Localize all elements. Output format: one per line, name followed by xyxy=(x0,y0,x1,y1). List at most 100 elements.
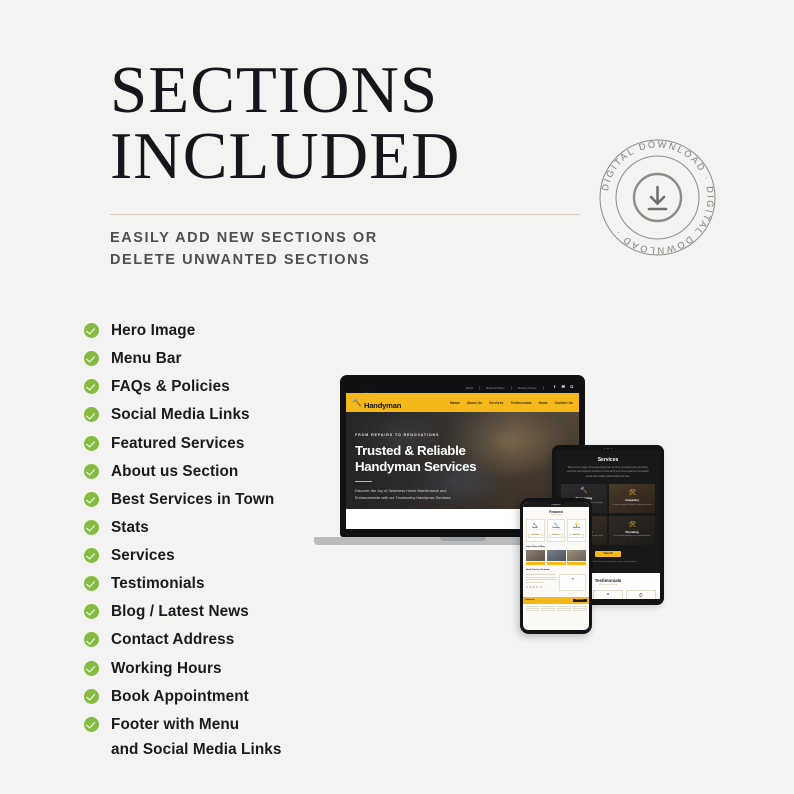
tablet-camera-icon xyxy=(603,447,613,449)
site-logo-name: Handyman xyxy=(363,400,402,410)
featured-card-cta[interactable]: Read More xyxy=(569,533,584,539)
featured-card[interactable]: 💡 Electrical Safe wiring work Read More xyxy=(567,519,586,542)
phone-footer-bar: Handyman Book Now xyxy=(523,596,589,604)
featured-card-title: Repairs xyxy=(532,528,539,529)
news-card[interactable] xyxy=(567,549,586,566)
list-item-label: Social Media Links xyxy=(111,406,250,424)
saw-icon: 🛠 xyxy=(628,490,636,497)
nav-item-home[interactable]: Home xyxy=(450,401,460,405)
news-cta[interactable] xyxy=(567,562,586,566)
featured-card[interactable]: 🔧 Plumbing Leaks solved fast Read More xyxy=(546,519,566,542)
google-icon[interactable]: G xyxy=(570,385,575,390)
list-item: FAQs & Policies xyxy=(84,376,354,399)
footer-column[interactable] xyxy=(557,606,571,613)
quote-card[interactable]: ❞ xyxy=(559,574,586,591)
footer-column[interactable] xyxy=(525,606,540,613)
list-item-label: Stats xyxy=(111,518,149,536)
site-nav-links: Home About Us Services Testimonials News… xyxy=(450,401,573,405)
device-mockups: FAQs Refund Policy Privacy Policy f ✉ G … xyxy=(314,370,730,640)
hero-title-line1: Trusted & Reliable xyxy=(355,443,466,458)
book-copy xyxy=(526,574,557,590)
check-circle-icon xyxy=(84,407,99,423)
check-circle-icon xyxy=(84,576,99,592)
nav-item-contact-us[interactable]: Contact Us xyxy=(555,401,573,405)
site-hero: FROM REPAIRS TO RENOVATIONS Trusted & Re… xyxy=(346,412,579,509)
page-subtitle: EASILY ADD NEW SECTIONS OR DELETE UNWANT… xyxy=(110,227,530,272)
list-item-label-continuation: and Social Media Links xyxy=(111,740,282,758)
rating-icons xyxy=(526,585,556,588)
featured-card-title: Electrical xyxy=(573,528,581,529)
book-row: ❞ xyxy=(526,574,586,591)
facebook-icon[interactable]: f xyxy=(553,385,558,390)
phone-screen: Handyman Featured Our top services 🔨 Rep… xyxy=(523,502,589,630)
list-item-label: Contact Address xyxy=(111,631,235,649)
featured-card[interactable]: 🔨 Repairs Quick fixes done right Read Mo… xyxy=(526,519,545,542)
page-subtitle-line2: DELETE UNWANTED SECTIONS xyxy=(110,252,371,269)
news-card[interactable] xyxy=(526,549,545,566)
phone-featured-section: Featured Our top services 🔨 Repairs Quic… xyxy=(523,507,589,594)
featured-card-cta[interactable]: Read More xyxy=(548,533,564,539)
book-now-button[interactable]: Book Now xyxy=(572,598,587,602)
services-cta-button[interactable]: View All xyxy=(595,550,621,557)
phone-mockup: Handyman Featured Our top services 🔨 Rep… xyxy=(520,498,592,634)
list-item-label: Featured Services xyxy=(111,434,245,452)
service-card[interactable]: 🛠 Carpentry Custom woodwork crafted to p… xyxy=(609,484,655,514)
hammer-icon: 🔨 xyxy=(352,397,362,407)
nav-item-services[interactable]: Services xyxy=(489,401,503,405)
list-item: Menu Bar xyxy=(84,348,354,371)
service-card[interactable]: 🛠 Plumbing Fast reliable plumbing repair… xyxy=(609,515,655,545)
divider xyxy=(110,214,580,215)
site-logo[interactable]: 🔨 ABC Handyman xyxy=(352,392,401,413)
digital-download-badge: DIGITAL DOWNLOAD · DIGITAL DOWNLOAD · xyxy=(595,135,720,260)
phone-footer-brand: Handyman xyxy=(525,599,535,602)
utility-link-refund-policy[interactable]: Refund Policy xyxy=(486,385,512,390)
news-cta[interactable] xyxy=(546,562,566,566)
check-circle-icon xyxy=(84,688,99,704)
hammer-icon: 🔨 xyxy=(532,521,538,527)
list-item: Working Hours xyxy=(84,658,354,681)
footer-column[interactable] xyxy=(541,606,555,613)
page-title: SECTIONS INCLUDED xyxy=(110,57,630,189)
list-item-label: About us Section xyxy=(111,462,239,480)
list-item: Services xyxy=(84,545,354,568)
nav-item-testimonials[interactable]: Testimonials xyxy=(510,401,531,405)
list-item-label: Testimonials xyxy=(111,575,205,593)
featured-heading: Featured xyxy=(549,510,563,514)
featured-subheading: Our top services xyxy=(550,515,562,516)
hero-accent-rule xyxy=(355,481,372,483)
page-subtitle-line1: EASILY ADD NEW SECTIONS OR xyxy=(110,230,378,246)
list-item-label: Book Appointment xyxy=(111,687,249,705)
news-thumbnail xyxy=(567,549,586,561)
testimonial-card[interactable]: ⏱ Very Reliable & Fast Verified Customer xyxy=(625,590,656,599)
nav-item-about-us[interactable]: About Us xyxy=(467,401,482,405)
list-item-label: Best Services in Town xyxy=(111,490,275,508)
quote-icon: ❞ xyxy=(571,577,574,583)
list-item-label: Menu Bar xyxy=(111,350,182,368)
featured-grid: 🔨 Repairs Quick fixes done right Read Mo… xyxy=(526,519,586,542)
hero-title-line2: Handyman Services xyxy=(355,458,477,474)
testimonial-card[interactable]: ❞ Great Quality Work Verified Customer xyxy=(592,590,624,599)
download-arrow-icon xyxy=(647,185,668,211)
featured-card-cta[interactable]: Read More xyxy=(528,533,543,539)
list-item: Best Services in Town xyxy=(84,489,354,512)
check-circle-icon xyxy=(84,660,99,676)
hero-title: Trusted & Reliable Handyman Services xyxy=(355,443,485,474)
check-circle-icon xyxy=(84,632,99,648)
service-card-title: Carpentry xyxy=(625,498,639,503)
footer-column[interactable] xyxy=(572,606,587,613)
service-card-desc: Custom woodwork crafted to perfection by… xyxy=(612,503,652,506)
utility-link-faqs[interactable]: FAQs xyxy=(466,385,481,390)
nav-item-news[interactable]: News xyxy=(539,401,548,405)
twitter-icon[interactable]: ✉ xyxy=(561,385,566,390)
news-cta[interactable] xyxy=(526,562,545,566)
service-card-desc: Fast reliable plumbing repair and instal… xyxy=(613,535,651,538)
list-item-label: Blog / Latest News xyxy=(111,603,249,621)
list-item: Hero Image xyxy=(84,320,354,343)
news-card[interactable] xyxy=(546,549,566,566)
services-heading: Services xyxy=(597,457,619,463)
utility-link-privacy-policy[interactable]: Privacy Policy xyxy=(518,385,544,390)
list-item: Social Media Links xyxy=(84,404,354,427)
service-card-title: Plumbing xyxy=(625,529,639,534)
hero-eyebrow: FROM REPAIRS TO RENOVATIONS xyxy=(355,433,440,437)
page-title-line1: SECTIONS xyxy=(110,53,439,127)
